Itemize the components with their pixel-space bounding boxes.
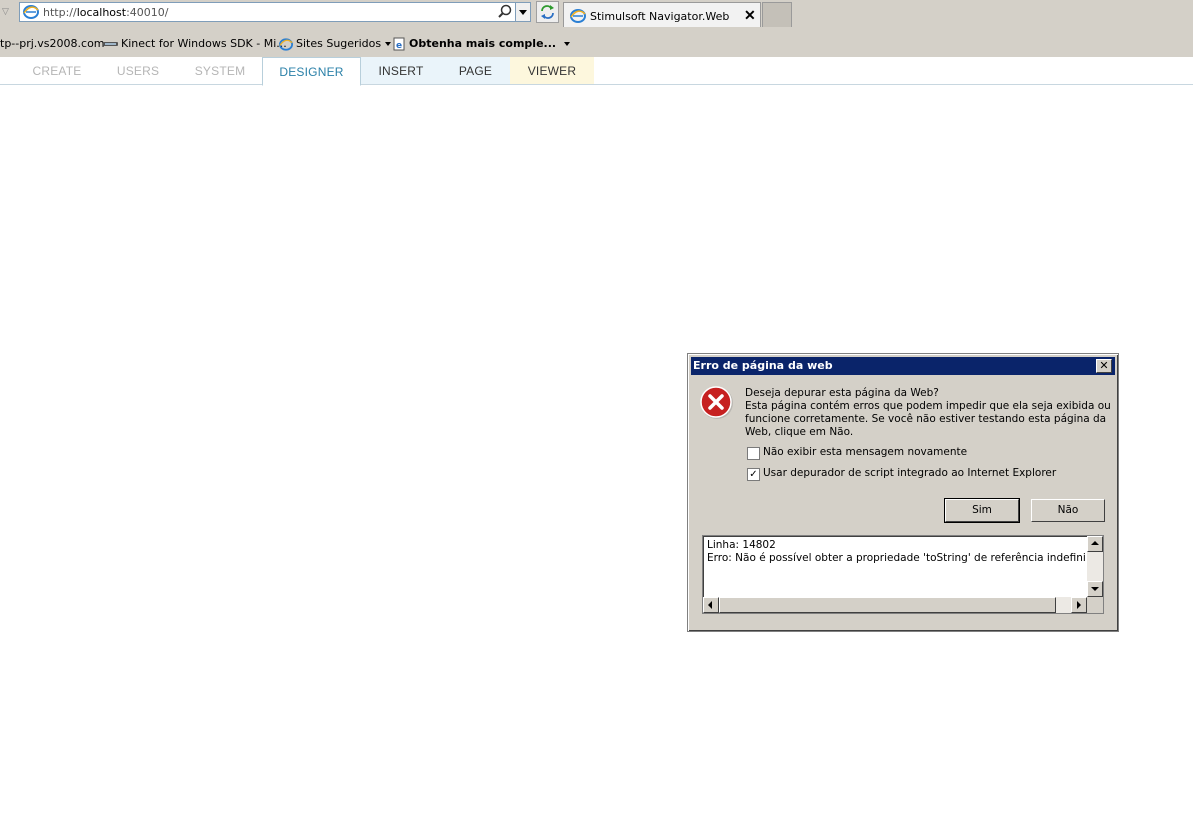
refresh-button[interactable]	[536, 1, 559, 23]
tab-users: USERS	[116, 64, 160, 78]
error-line-number: Linha: 14802	[707, 539, 776, 551]
favorite-label: tp--prj.vs2008.com	[0, 37, 105, 50]
scroll-thumb[interactable]	[719, 597, 1056, 613]
refresh-icon	[541, 5, 554, 19]
tab-viewer[interactable]: VIEWER	[510, 57, 594, 84]
page-favicon-icon: e	[393, 37, 405, 51]
scroll-corner	[1087, 597, 1103, 613]
search-icon[interactable]	[498, 4, 512, 18]
no-button[interactable]: Não	[1031, 499, 1105, 522]
address-bar[interactable]: http://localhost:40010/	[19, 2, 516, 22]
scroll-up-icon[interactable]	[1087, 536, 1103, 552]
back-dropdown-icon[interactable]: ▽	[2, 6, 14, 18]
favorite-link-obtenha[interactable]: e Obtenha mais comple...	[393, 37, 571, 51]
tab-title: Stimulsoft Navigator.Web	[590, 10, 730, 23]
script-error-dialog: Erro de página da web ✕ Deseja depurar e…	[687, 353, 1119, 632]
vertical-scrollbar[interactable]	[1087, 536, 1103, 597]
tab-designer[interactable]: DESIGNER	[262, 57, 361, 86]
dialog-title: Erro de página da web	[693, 359, 833, 372]
favorite-label: Sites Sugeridos	[296, 37, 382, 50]
error-details-text: Linha: 14802 Erro: Não é possível obter …	[707, 539, 1085, 565]
browser-chrome: ▽ http://localhost:40010/ Stimulsoft Nav…	[0, 0, 1193, 57]
tab-page[interactable]: PAGE	[441, 57, 510, 84]
address-dropdown-button[interactable]	[515, 2, 531, 22]
favorite-label: Obtenha mais comple...	[409, 37, 557, 50]
yes-button[interactable]: Sim	[944, 498, 1020, 523]
error-icon	[700, 386, 733, 419]
dialog-question: Deseja depurar esta página da Web?	[745, 387, 939, 399]
dialog-close-button[interactable]: ✕	[1096, 359, 1112, 373]
ribbon-tabs: CREATE USERS SYSTEM DESIGNER INSERT PAGE…	[0, 57, 1193, 86]
favorite-link-sites-sugeridos[interactable]: Sites Sugeridos	[279, 37, 392, 51]
suppress-message-label[interactable]: Não exibir esta mensagem novamente	[763, 446, 967, 458]
address-url[interactable]: http://localhost:40010/	[43, 6, 169, 19]
ie-page-icon	[23, 5, 39, 19]
ie-tab-icon	[570, 9, 586, 23]
error-message: Erro: Não é possível obter a propriedade…	[707, 552, 1085, 564]
use-debugger-checkbox[interactable]: ✓	[747, 468, 760, 481]
tab-close-icon[interactable]: ✕	[744, 7, 756, 24]
browser-tab[interactable]: Stimulsoft Navigator.Web ✕	[563, 2, 761, 27]
error-details-box[interactable]: Linha: 14802 Erro: Não é possível obter …	[702, 535, 1104, 614]
chevron-down-icon	[385, 42, 392, 46]
suppress-message-checkbox[interactable]	[747, 447, 760, 460]
use-debugger-label[interactable]: Usar depurador de script integrado ao In…	[763, 467, 1056, 479]
favorite-label: Kinect for Windows SDK - Mi...	[121, 37, 287, 50]
chevron-down-icon	[564, 42, 571, 46]
kinect-favicon-icon	[103, 42, 118, 46]
dialog-title-bar[interactable]: Erro de página da web ✕	[691, 357, 1115, 375]
ie-favicon-icon	[279, 37, 293, 51]
scroll-left-icon[interactable]	[703, 597, 719, 613]
scroll-right-icon[interactable]	[1071, 597, 1087, 613]
favorite-link-kinect[interactable]: Kinect for Windows SDK - Mi...	[103, 37, 287, 50]
horizontal-scrollbar[interactable]	[703, 597, 1087, 613]
dialog-message: Deseja depurar esta página da Web? Esta …	[745, 387, 1113, 439]
dialog-description: Esta página contém erros que podem imped…	[745, 400, 1111, 438]
new-tab-button[interactable]	[762, 2, 792, 27]
tab-insert[interactable]: INSERT	[361, 57, 441, 84]
tab-system: SYSTEM	[194, 64, 246, 78]
tab-create: CREATE	[32, 64, 82, 78]
favorite-link-vs2008[interactable]: tp--prj.vs2008.com	[0, 37, 105, 50]
scroll-down-icon[interactable]	[1087, 581, 1103, 597]
svg-text:e: e	[396, 41, 402, 51]
